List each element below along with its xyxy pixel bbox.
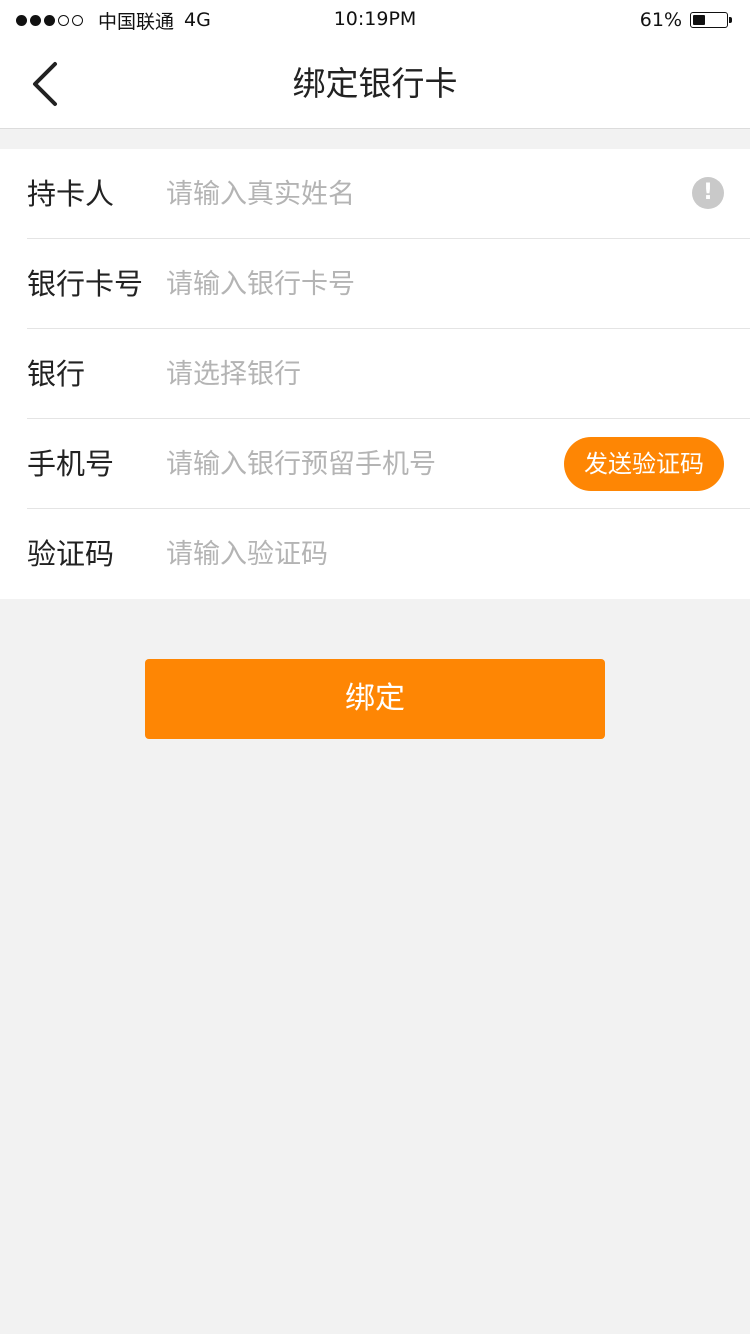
- signal-dot: [30, 14, 41, 26]
- card-number-row: 银行卡号: [0, 239, 750, 329]
- verify-code-input[interactable]: [166, 529, 666, 579]
- cardholder-row: 持卡人 !: [0, 149, 750, 239]
- network-type: 4G: [184, 9, 211, 31]
- card-number-label: 银行卡号: [27, 267, 144, 301]
- back-button[interactable]: [20, 58, 70, 110]
- cardholder-input[interactable]: [166, 169, 546, 219]
- nav-bar: 绑定银行卡: [0, 40, 750, 129]
- battery-tip: [729, 17, 732, 23]
- status-right: 61%: [640, 8, 734, 32]
- send-code-button[interactable]: 发送验证码: [564, 437, 724, 491]
- status-bar: 中国联通 4G 10:19PM 61%: [0, 0, 750, 40]
- bank-label: 银行: [27, 357, 86, 391]
- signal-dot: [16, 14, 27, 26]
- carrier-name: 中国联通: [98, 10, 175, 33]
- signal-dot: [72, 14, 83, 26]
- card-number-input[interactable]: [166, 259, 666, 309]
- bank-select[interactable]: [166, 349, 666, 399]
- cardholder-label: 持卡人: [27, 177, 115, 211]
- signal-strength-icon: [16, 14, 86, 26]
- phone-input[interactable]: [166, 439, 546, 489]
- signal-dot: [44, 14, 55, 26]
- page-title: 绑定银行卡: [292, 64, 458, 103]
- verify-code-label: 验证码: [27, 537, 115, 571]
- battery-icon: [690, 10, 734, 30]
- phone-label: 手机号: [27, 447, 115, 481]
- battery-fill: [693, 15, 705, 25]
- phone-row: 手机号 发送验证码: [0, 419, 750, 509]
- chevron-left-icon: [33, 62, 57, 106]
- status-left: 中国联通 4G: [16, 8, 211, 33]
- bind-button[interactable]: 绑定: [145, 659, 605, 739]
- battery-percent: 61%: [639, 9, 682, 31]
- signal-dot: [58, 14, 69, 26]
- info-icon[interactable]: !: [692, 177, 724, 209]
- bind-card-form: 持卡人 ! 银行卡号 银行 手机号 发送验证码 验证码: [0, 149, 750, 599]
- verify-code-row: 验证码: [0, 509, 750, 599]
- bank-row[interactable]: 银行: [0, 329, 750, 419]
